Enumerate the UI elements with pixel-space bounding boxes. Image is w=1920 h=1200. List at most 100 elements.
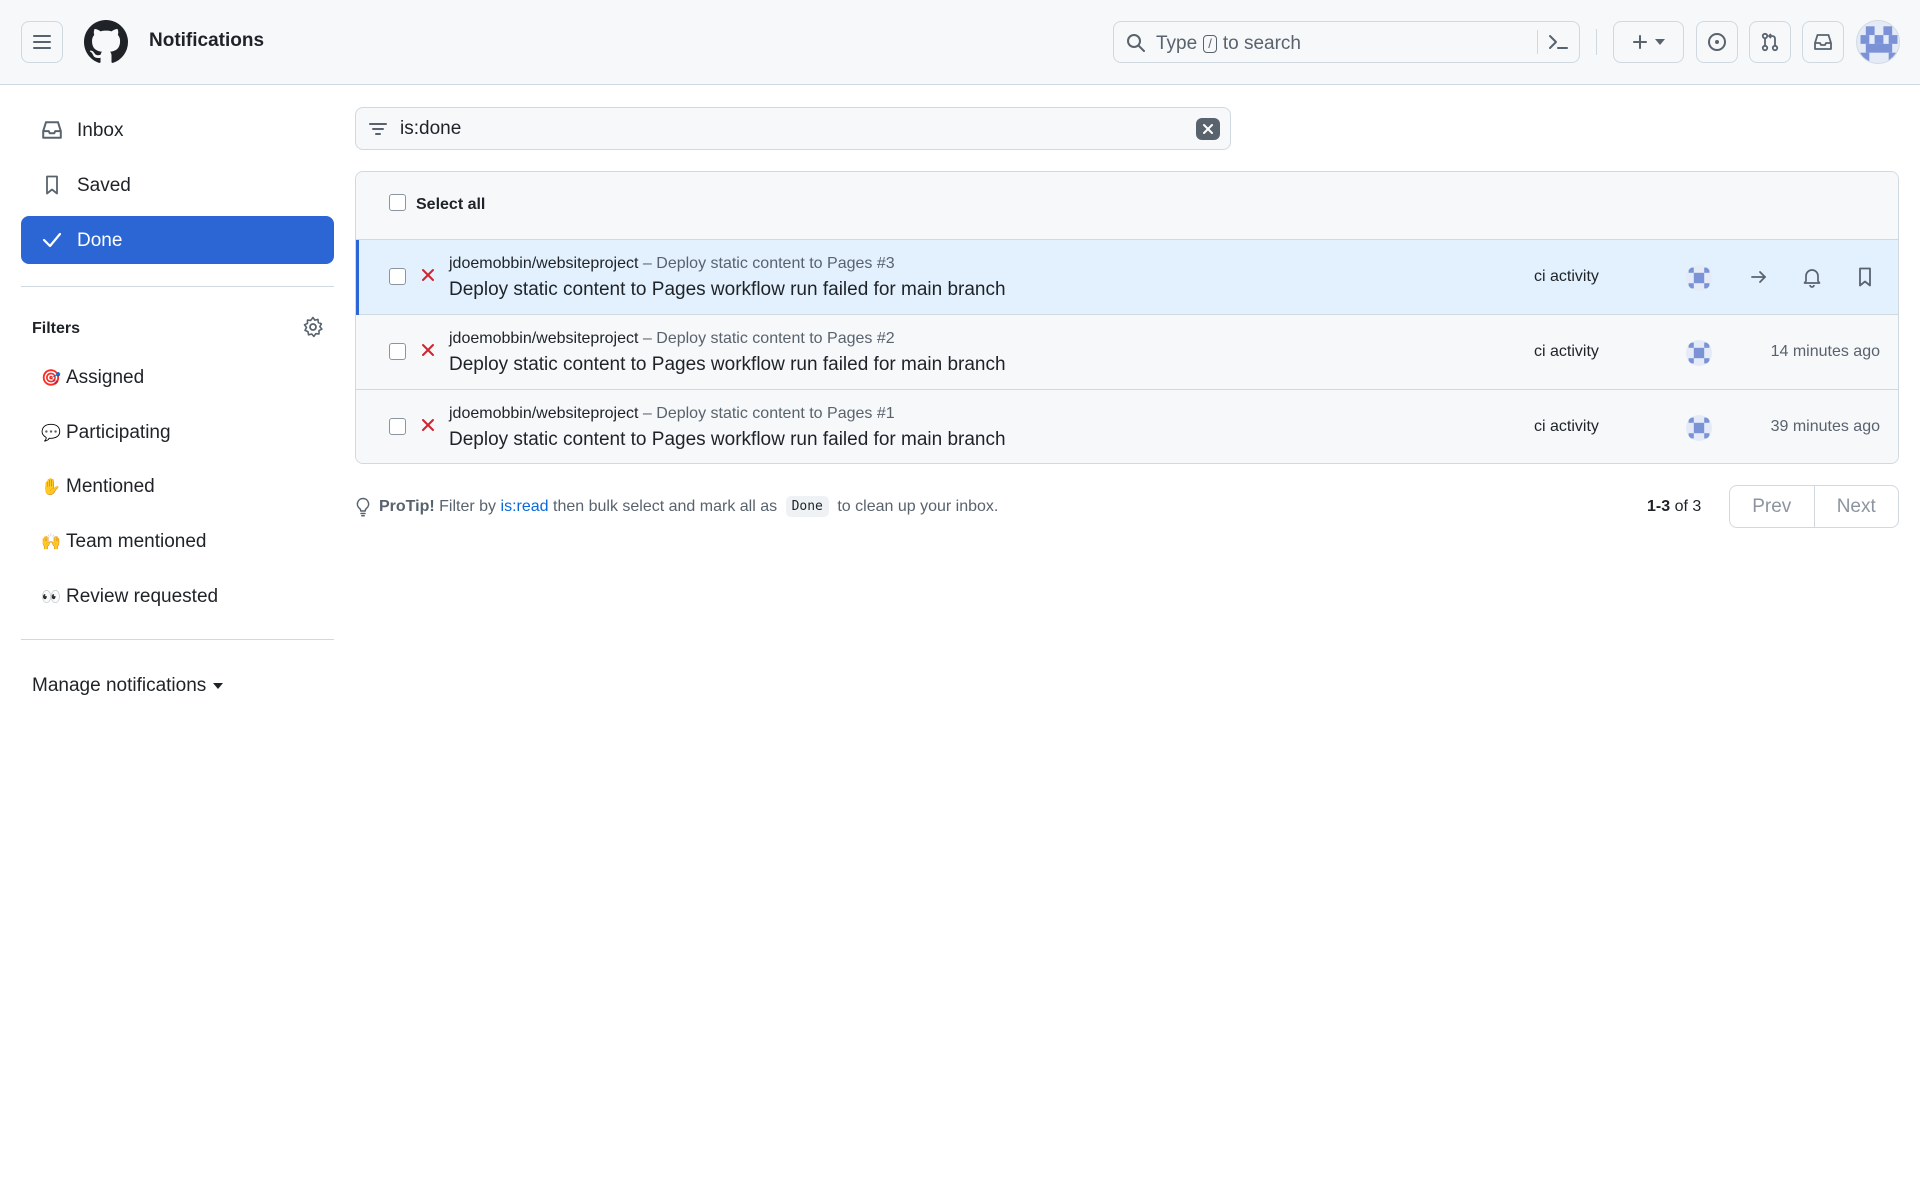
inbox-button[interactable] <box>1802 21 1844 63</box>
search-suffix: to search <box>1222 33 1301 54</box>
command-palette-icon[interactable] <box>1547 32 1569 52</box>
filter-mentioned[interactable]: ✋ Mentioned <box>21 464 334 510</box>
clear-filter-button[interactable] <box>1196 118 1220 140</box>
actor-avatar <box>1686 415 1712 441</box>
pagination-total: 3 <box>1692 498 1702 515</box>
emoji-icon: 👀 <box>41 589 61 606</box>
global-search[interactable]: Type / to search <box>1113 21 1580 63</box>
workflow-name: Deploy static content to Pages #3 <box>656 255 895 272</box>
notification-context: jdoemobbin/websiteproject – Deploy stati… <box>449 255 895 273</box>
bookmark-icon <box>46 175 58 195</box>
workflow-name: Deploy static content to Pages #1 <box>656 405 895 422</box>
light-bulb-icon <box>356 497 370 517</box>
page-title: Notifications <box>149 30 265 51</box>
prev-button[interactable]: Prev <box>1730 486 1814 527</box>
repo-name[interactable]: jdoemobbin/websiteproject <box>449 330 638 347</box>
sidebar-item-label: Inbox <box>77 120 124 141</box>
search-prefix: Type <box>1156 33 1198 54</box>
x-failed-icon <box>422 419 434 431</box>
protip-label: ProTip! <box>379 497 435 515</box>
issues-button[interactable] <box>1696 21 1738 63</box>
workflow-name: Deploy static content to Pages #2 <box>656 330 895 347</box>
repo-name[interactable]: jdoemobbin/websiteproject <box>449 255 638 272</box>
row-checkbox[interactable] <box>389 268 406 285</box>
gear-icon[interactable] <box>302 316 324 338</box>
notification-title[interactable]: Deploy static content to Pages workflow … <box>449 354 1006 376</box>
sidebar-divider <box>21 286 334 287</box>
identicon-icon <box>1686 265 1712 291</box>
sidebar-item-saved[interactable]: Saved <box>21 161 334 209</box>
sidebar-item-label: Saved <box>77 175 131 196</box>
create-new-button[interactable] <box>1613 21 1684 63</box>
pull-request-icon <box>1761 32 1779 52</box>
menu-button[interactable] <box>21 21 63 63</box>
x-failed-icon <box>422 344 434 356</box>
app-header: Notifications Type / to search <box>0 0 1920 85</box>
notification-row[interactable]: jdoemobbin/websiteproject – Deploy stati… <box>356 240 1898 315</box>
notification-time: 14 minutes ago <box>1770 343 1880 360</box>
bookmark-icon[interactable] <box>1854 266 1876 288</box>
protip-link[interactable]: is:read <box>501 498 549 516</box>
protip-text: to clean up your inbox. <box>837 497 999 515</box>
repo-name[interactable]: jdoemobbin/websiteproject <box>449 405 638 422</box>
context-separator: – <box>642 405 652 422</box>
notification-reason: ci activity <box>1534 268 1599 285</box>
search-shortcut-key: / <box>1203 35 1217 53</box>
filter-label: Team mentioned <box>66 531 207 552</box>
emoji-icon: ✋ <box>41 479 61 496</box>
notification-row[interactable]: jdoemobbin/websiteproject – Deploy stati… <box>356 315 1898 390</box>
filter-input[interactable] <box>398 114 1178 144</box>
identicon-icon <box>1686 415 1712 441</box>
plus-icon <box>1632 35 1647 49</box>
pagination: Prev Next <box>1729 485 1899 528</box>
caret-down-icon <box>213 683 224 689</box>
pull-requests-button[interactable] <box>1749 21 1791 63</box>
next-button[interactable]: Next <box>1813 486 1899 527</box>
filter-icon <box>369 123 387 135</box>
pagination-count: 1-3 of 3 <box>1647 498 1701 516</box>
notification-title[interactable]: Deploy static content to Pages workflow … <box>449 429 1006 451</box>
filter-assigned[interactable]: 🎯 Assigned <box>21 355 334 401</box>
filter-label: Review requested <box>66 586 219 607</box>
notification-time: 39 minutes ago <box>1770 418 1880 435</box>
search-placeholder: Type / to search <box>1156 33 1301 55</box>
x-failed-icon <box>422 269 434 281</box>
inbox-icon <box>42 121 62 139</box>
emoji-icon: 💬 <box>41 425 61 442</box>
sidebar-item-label: Done <box>77 230 123 251</box>
protip-text: Filter by <box>439 497 497 515</box>
row-checkbox[interactable] <box>389 418 406 435</box>
emoji-icon: 🙌 <box>41 534 61 551</box>
sidebar-item-done[interactable]: Done <box>21 216 334 264</box>
check-icon <box>42 232 62 248</box>
arrow-right-icon[interactable] <box>1748 266 1770 288</box>
protip: ProTip! Filter by is:read then bulk sele… <box>355 496 998 517</box>
notification-row[interactable]: jdoemobbin/websiteproject – Deploy stati… <box>356 390 1898 463</box>
caret-down-icon <box>1654 39 1665 45</box>
actor-avatar <box>1686 340 1712 366</box>
notification-context: jdoemobbin/websiteproject – Deploy stati… <box>449 405 895 423</box>
manage-notifications-menu[interactable]: Manage notifications <box>32 675 224 697</box>
search-divider <box>1537 30 1538 54</box>
select-all-label[interactable]: Select all <box>416 196 485 214</box>
sidebar-divider <box>21 639 334 640</box>
emoji-icon: 🎯 <box>41 370 61 387</box>
filter-participating[interactable]: 💬 Participating <box>21 410 334 456</box>
header-divider <box>1596 29 1597 55</box>
user-avatar[interactable] <box>1856 20 1900 64</box>
filter-team-mentioned[interactable]: 🙌 Team mentioned <box>21 519 334 565</box>
notification-title[interactable]: Deploy static content to Pages workflow … <box>449 279 1006 301</box>
filter-review-requested[interactable]: 👀 Review requested <box>21 574 334 620</box>
row-checkbox[interactable] <box>389 343 406 360</box>
sidebar-item-inbox[interactable]: Inbox <box>21 106 334 154</box>
search-icon <box>1127 34 1145 52</box>
filter-label: Mentioned <box>66 476 155 497</box>
github-logo-icon[interactable] <box>84 20 128 64</box>
filter-label: Participating <box>66 422 171 443</box>
bell-icon[interactable] <box>1801 266 1823 288</box>
filter-label: Assigned <box>66 367 145 388</box>
pagination-range: 1-3 <box>1647 498 1671 515</box>
select-all-checkbox[interactable] <box>389 194 406 211</box>
protip-text: then bulk select and mark all as <box>553 497 778 515</box>
inbox-icon <box>1814 34 1832 50</box>
